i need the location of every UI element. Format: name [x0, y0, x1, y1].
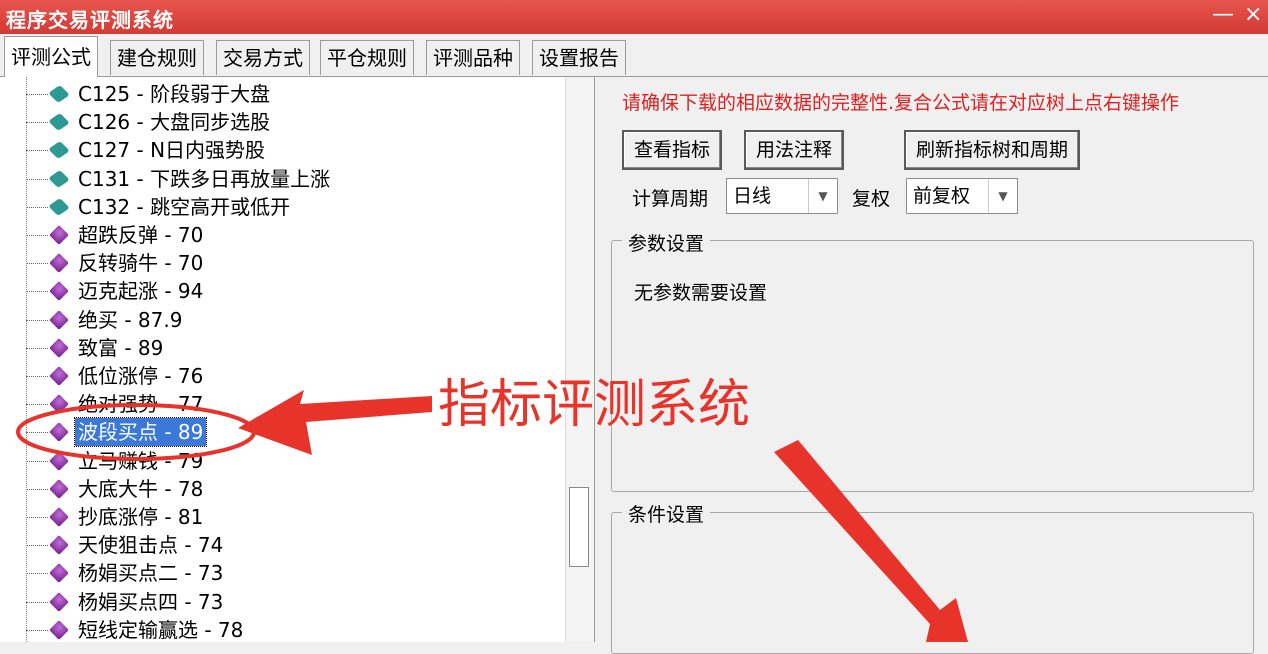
- arrow-left-shape: [238, 390, 432, 455]
- annotation-overlay: [16, 390, 968, 642]
- highlight-ellipse: [16, 403, 256, 461]
- annotation-label: 指标评测系统: [438, 375, 751, 435]
- arrow-down-shape: [774, 440, 968, 642]
